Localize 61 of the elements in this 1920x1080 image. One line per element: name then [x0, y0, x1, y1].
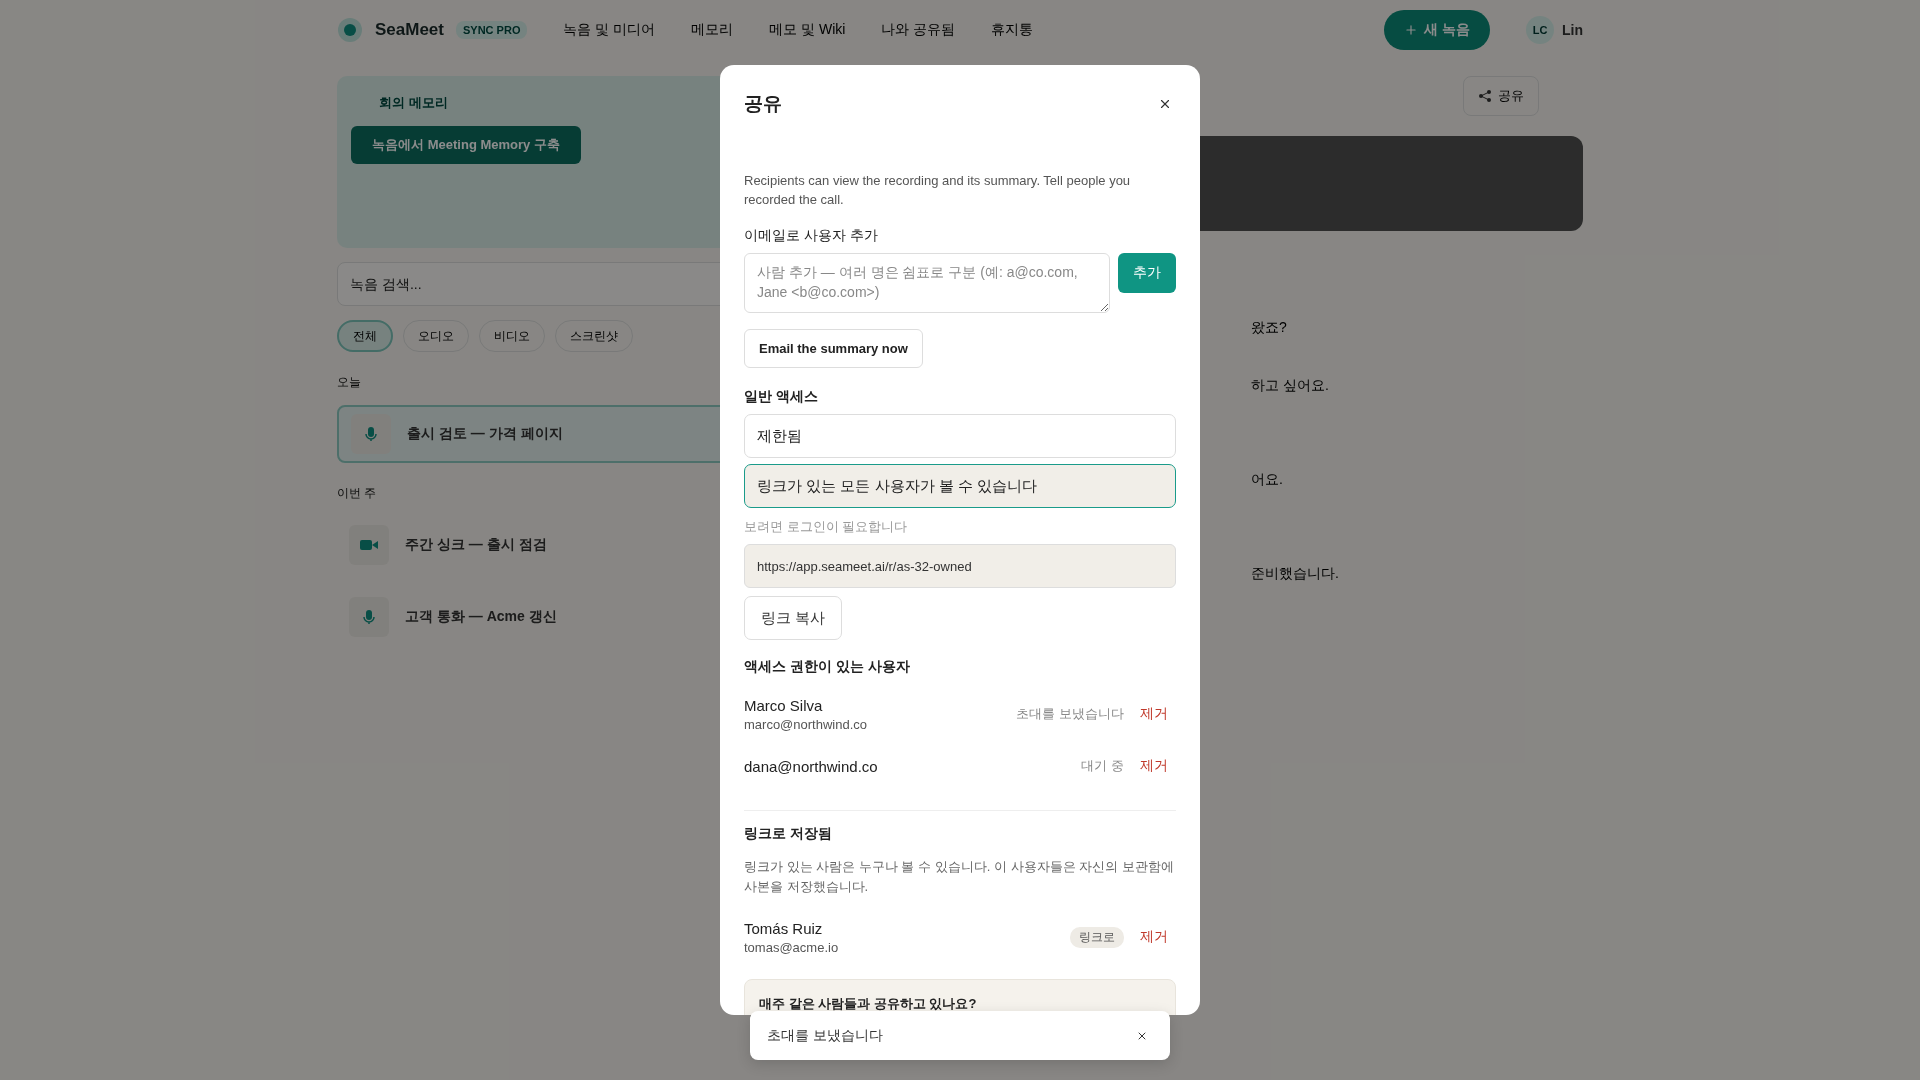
new-recording-button[interactable]: 새 녹음 [1384, 10, 1490, 50]
user-name[interactable]: Lin [1562, 22, 1583, 38]
plan-badge: SYNC PRO [456, 21, 528, 39]
share-button[interactable]: 공유 [1463, 76, 1539, 116]
person-name: Tomás Ruiz [744, 919, 824, 937]
invite-status: 대기 중 [1081, 757, 1124, 775]
section-heading: 링크로 저장됨 [744, 825, 832, 843]
dialog-title: 공유 [744, 92, 782, 116]
nav-link[interactable]: 메모 및 Wiki [769, 21, 846, 39]
filter-chip[interactable]: 스크린샷 [555, 320, 633, 352]
section-heading: 일반 액세스 [744, 388, 818, 406]
access-option[interactable]: 링크가 있는 모든 사용자가 볼 수 있습니다 [744, 464, 1176, 508]
nav-link[interactable]: 메모리 [691, 21, 734, 39]
memory-title: 회의 메모리 [379, 94, 448, 112]
email-input-field[interactable]: 사람 추가 — 여러 명은 쉼표로 구분 (예: a@co.com, Jane <b@co.com>) [744, 253, 1110, 313]
user-avatar[interactable]: LC [1526, 16, 1554, 44]
video-camera-icon [360, 539, 378, 551]
logo-icon [337, 17, 363, 43]
recording-title: 출시 검토 — 가격 페이지 [407, 425, 563, 443]
via-link-tag: 링크로 [1070, 926, 1124, 948]
microphone-icon [365, 426, 377, 442]
group-label: 오늘 [337, 374, 361, 391]
person-email: dana@northwind.co [744, 757, 879, 775]
recording-title: 고객 통화 — Acme 갱신 [405, 608, 557, 626]
toast-message: 초대를 보냈습니다 [767, 1026, 883, 1045]
access-option[interactable]: 제한됨 [744, 414, 1176, 458]
email-summary-button[interactable]: Email the summary now [744, 329, 923, 368]
invite-status: 초대를 보냈습니다 [1016, 705, 1124, 723]
section-description: 링크가 있는 사람은 누구나 볼 수 있습니다. 이 사용자들은 자신의 보관함에 사본을 저장했습니다. [744, 858, 1175, 896]
microphone-icon [363, 609, 375, 625]
filter-chip[interactable]: 비디오 [479, 320, 545, 352]
transcript-line: 준비했습니다. [1251, 565, 1339, 583]
filter-chip[interactable]: 전체 [337, 320, 393, 352]
field-label: 이메일로 사용자 추가 [744, 227, 878, 245]
nav-link[interactable]: 나와 공유됨 [881, 21, 956, 39]
person-email: marco@northwind.co [744, 716, 869, 732]
remove-link[interactable]: 제거 [1140, 705, 1168, 723]
person-email: tomas@acme.io [744, 939, 840, 955]
recording-title: 주간 싱크 — 출시 점검 [405, 536, 547, 554]
filter-chip[interactable]: 오디오 [403, 320, 469, 352]
transcript-line: 어요. [1251, 471, 1283, 489]
nav-link[interactable]: 녹음 및 미디어 [563, 21, 656, 39]
access-hint: 보려면 로그인이 필요합니다 [744, 518, 909, 536]
share-link-field[interactable]: https://app.seameet.ai/r/as-32-owned [744, 544, 1176, 588]
plus-icon [1404, 23, 1419, 37]
nav-link[interactable]: 휴지통 [991, 21, 1034, 39]
section-heading: 액세스 권한이 있는 사용자 [744, 658, 910, 676]
person-name: Marco Silva [744, 696, 824, 714]
remove-link[interactable]: 제거 [1140, 928, 1168, 946]
tip-title: 매주 같은 사람들과 공유하고 있나요? [759, 996, 977, 1011]
close-icon [1158, 97, 1172, 111]
share-icon [1478, 89, 1492, 103]
group-label: 이번 주 [337, 485, 377, 502]
dialog-intro: Recipients can view the recording and its summary. Tell people you recorded the call. [744, 172, 1132, 209]
remove-link[interactable]: 제거 [1140, 757, 1168, 775]
add-button[interactable]: 추가 [1118, 253, 1176, 293]
transcript-line: 왔죠? [1251, 319, 1287, 337]
transcript-line: 하고 싶어요. [1251, 377, 1329, 395]
brand-name: SeaMeet [375, 20, 444, 40]
copy-link-button[interactable]: 링크 복사 [744, 596, 843, 640]
build-memory-button[interactable]: 녹음에서 Meeting Memory 구축 [351, 126, 581, 164]
